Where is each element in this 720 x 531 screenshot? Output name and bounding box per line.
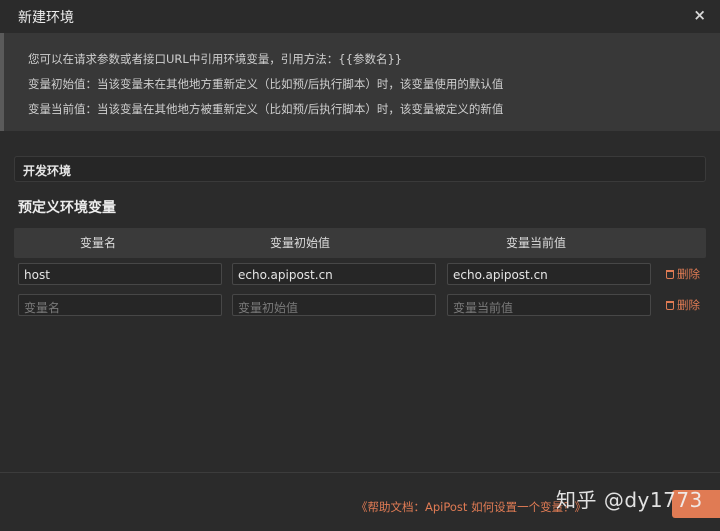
header-initial: 变量初始值 <box>270 236 331 250</box>
new-var-current-input[interactable]: 变量当前值 <box>447 294 651 316</box>
trash-icon <box>666 301 674 310</box>
var-initial-input[interactable]: echo.apipost.cn <box>232 263 436 285</box>
delete-button-empty[interactable]: 删除 <box>666 297 700 313</box>
delete-button[interactable]: 删除 <box>666 266 700 282</box>
table-header: 变量名 变量初始值 变量当前值 <box>14 228 706 258</box>
env-name-value: 开发环境 <box>23 164 72 178</box>
info-panel: 您可以在请求参数或者接口URL中引用环境变量，引用方法：{{参数名}} 变量初始… <box>0 33 720 131</box>
delete-label: 删除 <box>677 298 700 312</box>
close-icon[interactable]: × <box>693 6 706 24</box>
info-line-current: 变量当前值：当该变量在其他地方被重新定义（比如预/后执行脚本）时，该变量被定义的… <box>28 102 504 116</box>
dialog-title: 新建环境 <box>18 10 74 26</box>
header-current: 变量当前值 <box>506 236 567 250</box>
var-name-input[interactable]: host <box>18 263 222 285</box>
info-line-usage: 您可以在请求参数或者接口URL中引用环境变量，引用方法：{{参数名}} <box>28 52 403 66</box>
new-var-initial-input[interactable]: 变量初始值 <box>232 294 436 316</box>
header-name: 变量名 <box>80 236 117 250</box>
save-button[interactable] <box>672 490 720 518</box>
new-var-name-input[interactable]: 变量名 <box>18 294 222 316</box>
section-title: 预定义环境变量 <box>18 200 116 216</box>
dialog-footer: 《帮助文档：ApiPost 如何设置一个变量？》 <box>0 472 720 531</box>
env-name-field[interactable]: 开发环境 <box>14 156 706 182</box>
trash-icon <box>666 270 674 279</box>
info-line-initial: 变量初始值：当该变量未在其他地方重新定义（比如预/后执行脚本）时，该变量使用的默… <box>28 77 504 91</box>
var-current-input[interactable]: echo.apipost.cn <box>447 263 651 285</box>
dialog-header: 新建环境 × <box>0 0 720 32</box>
delete-label: 删除 <box>677 267 700 281</box>
help-doc-link[interactable]: 《帮助文档：ApiPost 如何设置一个变量？》 <box>356 499 586 515</box>
